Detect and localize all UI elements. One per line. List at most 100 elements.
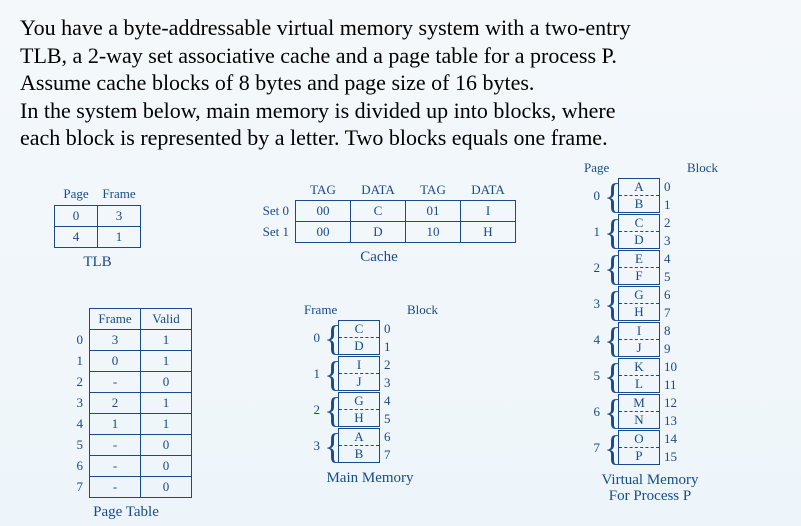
pt-idx: 3: [60, 392, 90, 413]
cache-cell: 01: [406, 200, 461, 221]
desc-line: You have a byte-addressable virtual memo…: [20, 15, 631, 40]
brace-icon: {: [604, 253, 618, 283]
pt-cell: 0: [141, 476, 192, 497]
vm-block-index: 01: [660, 178, 686, 214]
vm-block-index: 45: [660, 250, 686, 286]
tlb-title: TLB: [54, 254, 141, 271]
vm-index: 5: [580, 368, 604, 384]
cache-cell: 00: [296, 200, 351, 221]
cache-set-label: Set 1: [242, 221, 296, 242]
vm-block: B: [619, 196, 659, 212]
mm-block-pair: CD: [338, 320, 380, 355]
cache-cell: H: [461, 221, 516, 242]
main-memory-title: Main Memory: [300, 470, 440, 487]
pt-cell: 1: [141, 413, 192, 434]
brace-icon: {: [604, 397, 618, 427]
vm-block-pair: GH: [618, 286, 660, 321]
pt-cell: 0: [141, 455, 192, 476]
cache-header: DATA: [461, 180, 516, 201]
mm-block: B: [339, 446, 379, 462]
pt-idx: 2: [60, 371, 90, 392]
vm-block-pair: KL: [618, 358, 660, 393]
vm-block: O: [619, 431, 659, 448]
vm-row: 2{EF45: [580, 250, 720, 286]
pt-idx: 5: [60, 434, 90, 455]
pt-cell: 0: [141, 371, 192, 392]
vm-row: 3{GH67: [580, 286, 720, 322]
pt-cell: 1: [141, 350, 192, 371]
vm-block: G: [619, 287, 659, 304]
vm-row: 6{MN1213: [580, 394, 720, 430]
mm-block: A: [339, 429, 379, 446]
mm-frame-header: Frame: [304, 302, 337, 318]
mm-block-pair: AB: [338, 428, 380, 463]
pt-cell: 1: [90, 413, 141, 434]
tlb-header-frame: Frame: [98, 184, 141, 206]
desc-line: Assume cache blocks of 8 bytes and page …: [20, 70, 534, 95]
vm-block: P: [619, 448, 659, 464]
vm-block-index: 89: [660, 322, 686, 358]
main-memory: Frame Block 0{CD011{IJ232{GH453{AB67 Mai…: [300, 302, 440, 487]
vm-block-index: 67: [660, 286, 686, 322]
tlb-cell: 3: [98, 205, 141, 226]
pt-cell: -: [90, 476, 141, 497]
cache-cell: 00: [296, 221, 351, 242]
cache-set-label: Set 0: [242, 200, 296, 221]
page-table-title: Page Table: [60, 504, 192, 521]
pt-cell: -: [90, 434, 141, 455]
vm-block-pair: IJ: [618, 322, 660, 357]
pt-cell: -: [90, 455, 141, 476]
mm-index: 2: [300, 402, 324, 418]
pt-cell: 1: [141, 329, 192, 350]
diagram-area: Page Frame 0 3 4 1 TLB TAG DATA TAG DATA: [20, 162, 781, 512]
mm-block: I: [339, 357, 379, 374]
tlb-table: Page Frame 0 3 4 1 TLB: [54, 184, 141, 271]
mm-block-index: 01: [380, 320, 406, 356]
mm-block-index: 23: [380, 356, 406, 392]
mm-row: 2{GH45: [300, 392, 440, 428]
tlb-cell: 4: [55, 226, 98, 247]
vm-block-index: 1011: [660, 358, 686, 394]
vm-block-pair: AB: [618, 178, 660, 213]
pt-header: Valid: [141, 308, 192, 329]
vm-block-pair: OP: [618, 430, 660, 465]
brace-icon: {: [324, 431, 338, 461]
cache-cell: I: [461, 200, 516, 221]
brace-icon: {: [324, 359, 338, 389]
pt-cell: 0: [141, 434, 192, 455]
vm-index: 7: [580, 440, 604, 456]
tlb-cell: 1: [98, 226, 141, 247]
vm-block: H: [619, 304, 659, 320]
mm-index: 0: [300, 330, 324, 346]
cache-title: Cache: [242, 249, 516, 266]
tlb-header-page: Page: [55, 184, 98, 206]
vm-block: I: [619, 323, 659, 340]
pt-cell: 1: [141, 392, 192, 413]
pt-cell: 0: [90, 350, 141, 371]
virtual-memory: Page Block 0{AB011{CD232{EF453{GH674{IJ8…: [580, 160, 720, 505]
cache-cell: D: [351, 221, 406, 242]
tlb-cell: 0: [55, 205, 98, 226]
vm-block: E: [619, 251, 659, 268]
cache-header: TAG: [406, 180, 461, 201]
page-table: Frame Valid 031 101 2-0 321 411 5-0 6-0 …: [60, 308, 192, 521]
mm-block-pair: IJ: [338, 356, 380, 391]
vm-block: D: [619, 232, 659, 248]
cache-header: TAG: [296, 180, 351, 201]
mm-block-header: Block: [407, 302, 438, 318]
cache-cell: C: [351, 200, 406, 221]
brace-icon: {: [604, 289, 618, 319]
brace-icon: {: [324, 323, 338, 353]
desc-line: In the system below, main memory is divi…: [20, 98, 616, 123]
brace-icon: {: [604, 217, 618, 247]
mm-block-index: 67: [380, 428, 406, 464]
mm-block: G: [339, 393, 379, 410]
pt-idx: 1: [60, 350, 90, 371]
brace-icon: {: [604, 325, 618, 355]
vm-block: F: [619, 268, 659, 284]
mm-block-pair: GH: [338, 392, 380, 427]
vm-index: 2: [580, 260, 604, 276]
vm-index: 1: [580, 224, 604, 240]
mm-block: H: [339, 410, 379, 426]
vm-block: K: [619, 359, 659, 376]
